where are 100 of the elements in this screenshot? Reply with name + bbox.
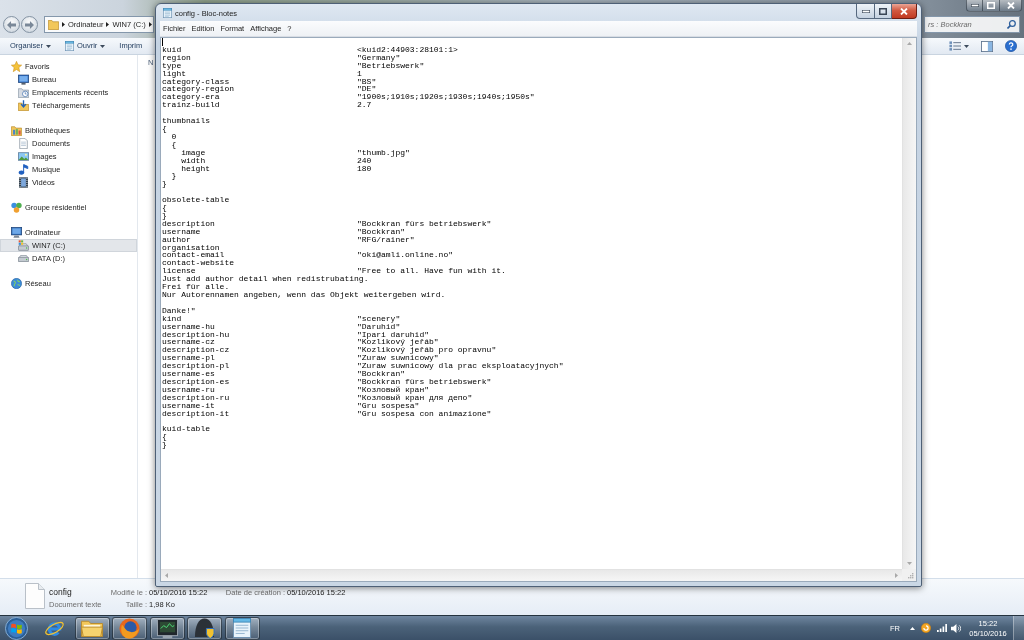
config-line: Danke!"	[162, 306, 196, 315]
download-folder-icon	[18, 100, 29, 111]
minimize-icon	[861, 9, 870, 13]
maximize-button[interactable]	[983, 0, 1000, 12]
config-key: description-es	[162, 377, 230, 386]
config-value: "Betriebswerk"	[357, 61, 425, 70]
scrollbar[interactable]	[902, 38, 916, 569]
taskbar-button[interactable]	[112, 616, 147, 640]
config-key: height	[181, 164, 210, 173]
show-hidden-icons-button[interactable]	[910, 626, 915, 630]
config-value: "Gru sospesa"	[357, 401, 420, 410]
config-key: type	[162, 61, 182, 70]
config-line: }	[162, 441, 167, 450]
maximize-button[interactable]	[875, 4, 892, 19]
config-key: username-pl	[162, 354, 215, 363]
notepad-icon	[64, 41, 74, 51]
config-line: Frei für alle.	[162, 283, 230, 291]
caret-down-icon	[45, 44, 51, 48]
file-icon	[25, 583, 45, 609]
config-line: contact-website	[162, 259, 234, 268]
arrow-right-icon	[25, 20, 34, 29]
arrow-left-icon	[7, 20, 16, 29]
config-key: description-pl	[162, 362, 230, 371]
chevron-right-icon	[148, 22, 152, 27]
speaker-icon[interactable]	[951, 623, 961, 633]
config-key: description-cz	[162, 346, 230, 355]
config-key: username	[162, 227, 201, 236]
config-value: "oki@amli.online.no"	[357, 251, 453, 260]
hard-drive-icon	[18, 240, 29, 251]
desktop-icon	[18, 74, 29, 85]
folder-icon	[81, 619, 103, 637]
config-value: "Daruhid"	[357, 322, 401, 331]
config-line: organisation	[162, 243, 220, 252]
config-key: region	[162, 53, 191, 62]
forward-button[interactable]	[21, 16, 38, 33]
preview-pane-button[interactable]	[978, 39, 996, 53]
config-value: "Free to all. Have fun with it.	[357, 267, 506, 276]
config-key: light	[162, 69, 186, 78]
folder-icon	[48, 19, 59, 30]
maximize-icon	[879, 7, 887, 15]
swirl-icon[interactable]	[921, 623, 931, 633]
config-key: description-ru	[162, 393, 230, 402]
config-key: author	[162, 235, 191, 244]
minimize-button[interactable]	[966, 0, 983, 12]
config-line: kuid-table	[162, 425, 210, 434]
config-value: "Bockkran"	[357, 370, 405, 378]
config-value: "BS"	[357, 77, 377, 86]
config-line: {	[171, 140, 177, 149]
close-button[interactable]	[1000, 0, 1022, 12]
config-value: "Kozlikový jeřáb"	[357, 338, 439, 347]
taskbar-button[interactable]	[187, 616, 222, 640]
document-icon	[18, 138, 29, 149]
config-key: trainz-build	[162, 101, 220, 110]
close-button[interactable]	[892, 4, 917, 19]
help-button[interactable]	[1002, 39, 1020, 53]
config-value: "Gru sospesa con animazione"	[357, 409, 492, 418]
start-button[interactable]	[3, 616, 29, 640]
show-desktop-button[interactable]	[1013, 615, 1024, 640]
close-icon	[1006, 2, 1015, 9]
config-value: "Zuraw suwnicowy dla prac eksploatacyjnych"	[357, 362, 564, 371]
config-key: category-region	[162, 85, 234, 94]
config-line: Nur Autorennamen angeben, wenn das Objekt weitergeben wird.	[162, 291, 446, 299]
minimize-button[interactable]	[856, 4, 875, 19]
config-line: {	[162, 124, 167, 133]
close-icon	[900, 7, 908, 15]
config-line: }	[162, 180, 167, 189]
caret-down-icon	[100, 44, 106, 48]
config-value: "Bockkran fürs betriebswerk"	[357, 377, 492, 386]
config-value: "1900s;1910s;1920s;1930s;1940s;1950s"	[357, 93, 535, 102]
taskbar-button[interactable]	[74, 616, 110, 640]
taskbar-button[interactable]	[149, 616, 185, 640]
config-line: {	[162, 433, 167, 442]
search-icon	[1007, 20, 1016, 29]
chevron-right-icon	[106, 22, 110, 27]
hard-drive-icon	[18, 255, 29, 262]
signal-bars-icon[interactable]	[937, 624, 947, 632]
minimize-icon	[970, 4, 979, 7]
notepad-icon	[163, 8, 172, 18]
config-key: description-hu	[162, 330, 230, 339]
config-line: obsolete-table	[162, 196, 230, 205]
scrollbar[interactable]	[161, 569, 902, 581]
group-icon	[11, 202, 22, 213]
config-value: "Bockkran fürs betriebswerk"	[357, 219, 492, 228]
config-value: <kuid2:44903:28101:1>	[357, 45, 458, 54]
config-key: username-cz	[162, 338, 215, 347]
config-line: {	[162, 204, 167, 212]
config-value: "Ipari daruhid"	[357, 330, 429, 339]
config-key: description	[162, 219, 215, 228]
library-folder-icon	[11, 125, 22, 136]
back-button[interactable]	[3, 16, 20, 33]
preview-pane-icon	[981, 40, 993, 52]
taskbar-button[interactable]	[224, 616, 260, 640]
config-key: category-class	[162, 77, 230, 86]
config-key: username-es	[162, 370, 215, 378]
config-value: "Germany"	[357, 53, 401, 62]
globe-icon	[11, 278, 22, 289]
config-value: 180	[357, 164, 372, 173]
computer-icon	[11, 227, 22, 238]
view-button[interactable]	[946, 40, 972, 52]
config-line: }	[171, 172, 177, 181]
